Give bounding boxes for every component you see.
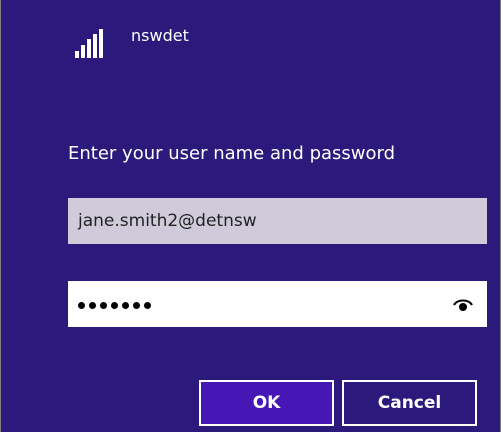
password-dot [111, 301, 118, 309]
password-dot [122, 301, 129, 309]
username-field[interactable]: jane.smith2@detnsw [68, 198, 487, 244]
password-dot [100, 301, 107, 309]
password-dot [89, 301, 96, 309]
ok-button[interactable]: OK [199, 380, 334, 426]
password-dot [144, 301, 151, 309]
username-value: jane.smith2@detnsw [78, 211, 257, 231]
network-name: nswdet [131, 26, 189, 45]
password-dot [78, 301, 85, 309]
password-mask [78, 301, 151, 309]
eye-icon[interactable] [452, 293, 474, 315]
network-header [75, 26, 103, 58]
password-dot [133, 301, 140, 309]
network-credential-dialog: nswdet Enter your user name and password… [0, 0, 501, 432]
eye-icon-svg [453, 299, 473, 311]
password-field[interactable] [68, 281, 487, 327]
credential-prompt: Enter your user name and password [68, 143, 396, 164]
wifi-signal-icon [75, 29, 103, 58]
cancel-button[interactable]: Cancel [342, 380, 477, 426]
